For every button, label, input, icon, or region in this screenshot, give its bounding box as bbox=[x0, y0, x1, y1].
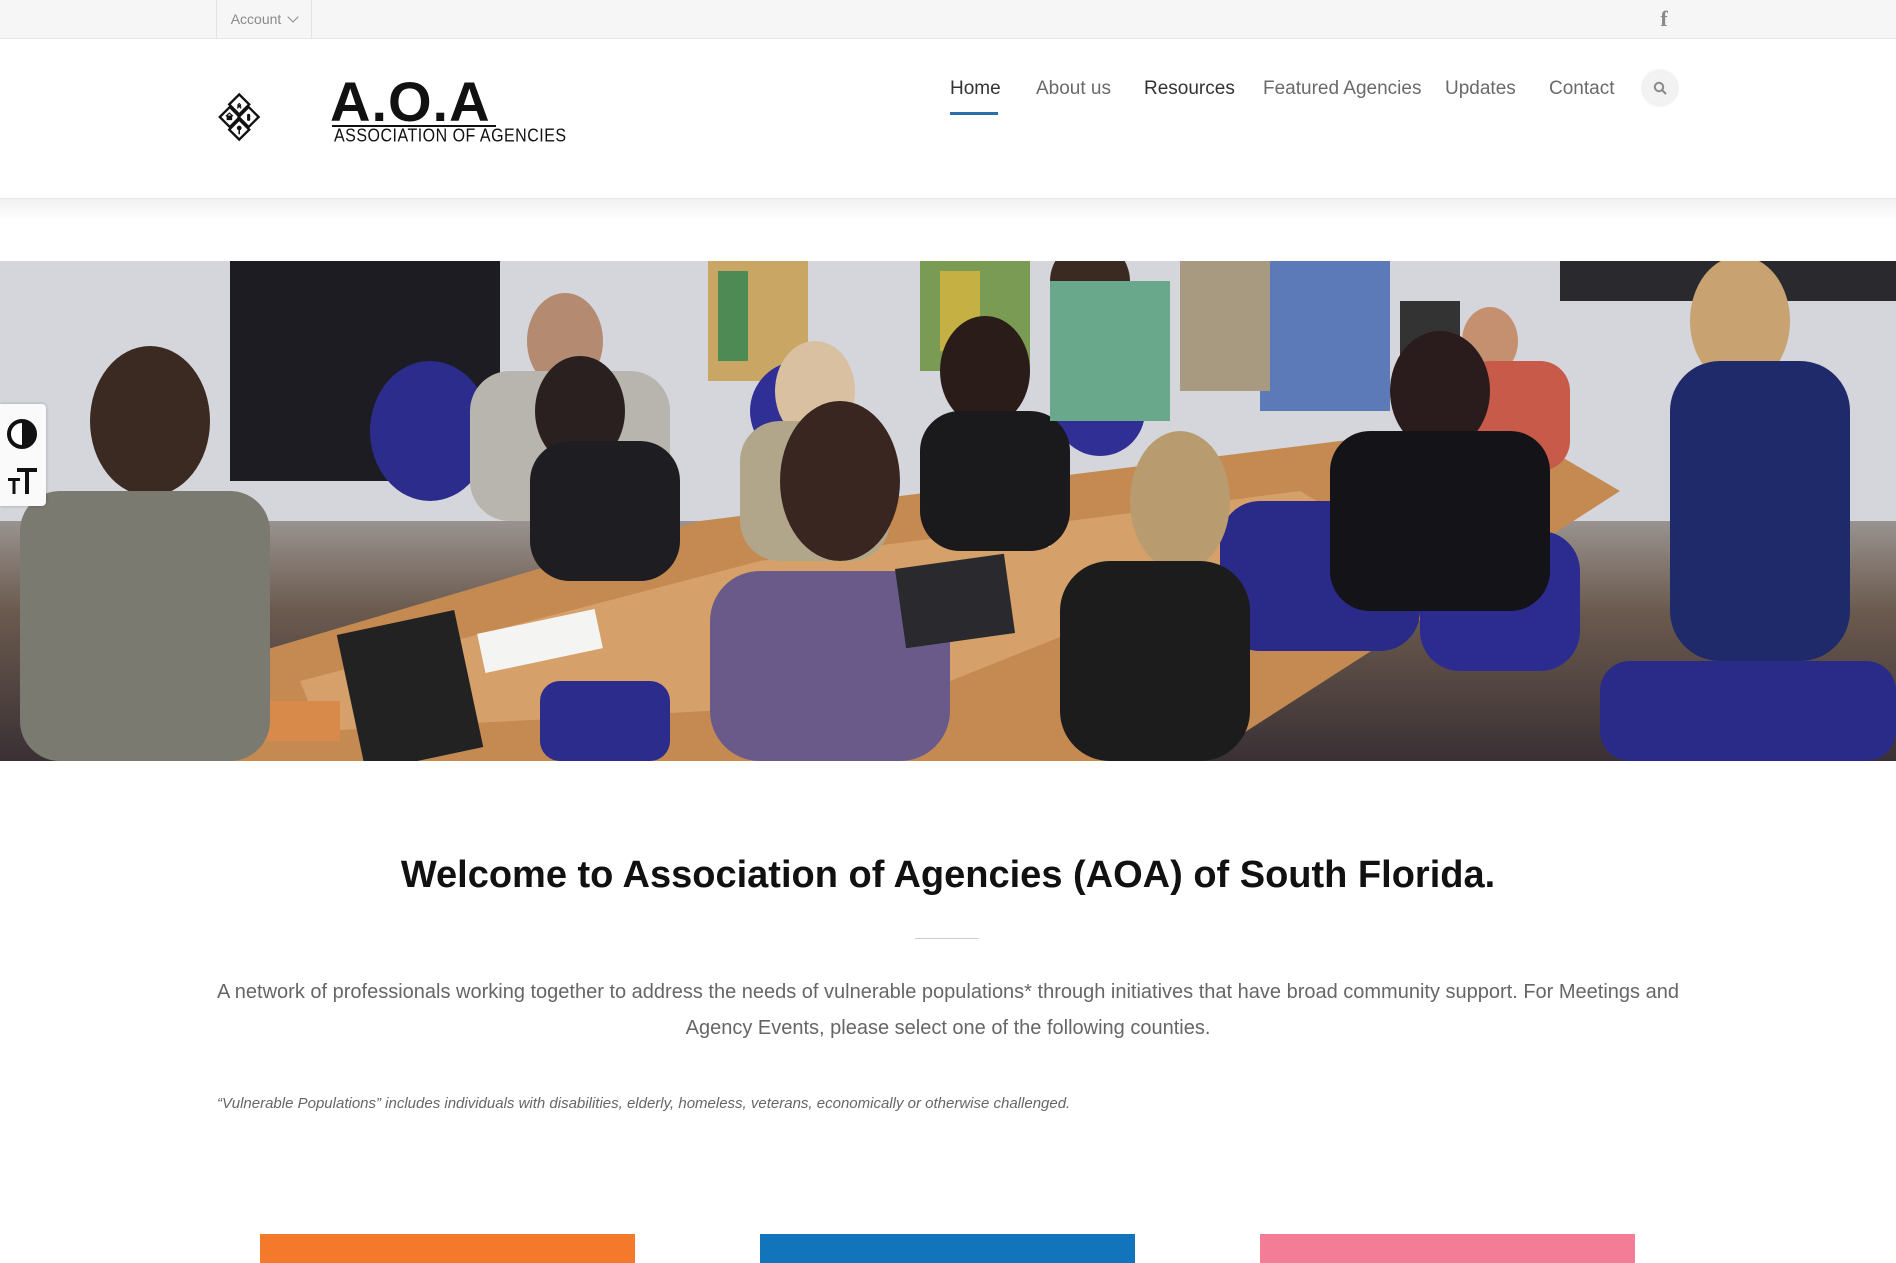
hero-image bbox=[0, 261, 1896, 761]
nav-resources[interactable]: Resources bbox=[1144, 74, 1235, 104]
account-menu[interactable]: Account bbox=[216, 0, 312, 38]
search-icon bbox=[1653, 81, 1667, 95]
contrast-icon bbox=[7, 419, 37, 449]
font-size-toggle[interactable] bbox=[4, 458, 40, 502]
county-button-3[interactable] bbox=[1260, 1234, 1635, 1263]
header-shadow bbox=[0, 199, 1896, 221]
nav-about-us[interactable]: About us bbox=[1036, 74, 1111, 104]
heading-divider bbox=[915, 938, 979, 939]
text-size-icon bbox=[8, 468, 37, 494]
nav-updates[interactable]: Updates bbox=[1445, 74, 1516, 104]
facebook-icon[interactable]: f bbox=[1652, 6, 1676, 32]
logo-title: A.O.A bbox=[330, 70, 491, 133]
logo-icon[interactable] bbox=[218, 61, 328, 173]
intro-text: A network of professionals working toget… bbox=[217, 981, 1679, 1039]
county-button-1[interactable] bbox=[260, 1234, 635, 1263]
nav-active-indicator bbox=[950, 112, 998, 115]
county-button-2[interactable] bbox=[760, 1234, 1135, 1263]
search-button[interactable] bbox=[1641, 69, 1679, 107]
vulnerable-populations-note: “Vulnerable Populations” includes indivi… bbox=[217, 1095, 1071, 1112]
nav-featured-agencies[interactable]: Featured Agencies bbox=[1263, 74, 1421, 104]
accessibility-toolbar bbox=[0, 404, 46, 506]
contrast-toggle[interactable] bbox=[4, 412, 40, 456]
meeting-photo bbox=[0, 261, 1896, 761]
welcome-heading: Welcome to Association of Agencies (AOA)… bbox=[400, 854, 1496, 896]
account-label: Account bbox=[230, 11, 282, 27]
top-bar: Account f bbox=[0, 0, 1896, 39]
nav-home[interactable]: Home bbox=[950, 74, 1001, 104]
chevron-down-icon bbox=[287, 11, 299, 23]
nav-contact[interactable]: Contact bbox=[1549, 74, 1614, 104]
logo-subtitle: ASSOCIATION OF AGENCIES bbox=[334, 126, 567, 147]
